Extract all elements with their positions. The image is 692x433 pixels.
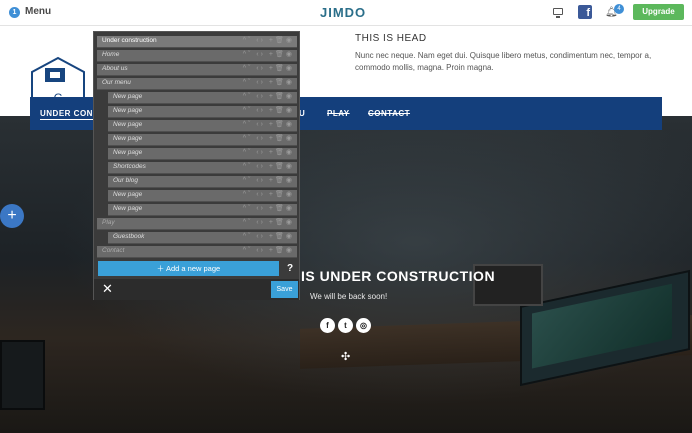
jimdo-logo: JIMDO bbox=[320, 5, 367, 20]
nav-editor-row[interactable]: Home ^ˇ ‹› +🗑︎◉ bbox=[97, 50, 297, 62]
nav-editor-row[interactable]: New page ^ˇ ‹› +🗑︎◉ bbox=[108, 120, 297, 132]
close-icon[interactable]: ✕ bbox=[102, 281, 113, 297]
menu-button[interactable]: Menu bbox=[25, 6, 51, 17]
row-controls[interactable]: ^ˇ ‹› +🗑︎◉ bbox=[243, 50, 294, 58]
notification-count-badge: 4 bbox=[614, 4, 624, 14]
row-label: Guestbook bbox=[113, 233, 145, 240]
top-toolbar: 1 Menu JIMDO f 🔔︎ 4 Upgrade bbox=[0, 0, 692, 26]
row-label: Play bbox=[102, 219, 115, 226]
facebook-icon[interactable]: f bbox=[320, 318, 335, 333]
save-button[interactable]: Save bbox=[271, 281, 298, 298]
row-label: Under construction bbox=[102, 37, 157, 44]
row-label: Contact bbox=[102, 247, 125, 254]
header-text: Nunc nec neque. Nam eget dui. Quisque li… bbox=[355, 51, 652, 72]
add-element-button[interactable]: + bbox=[0, 204, 24, 228]
nav-editor-row[interactable]: Under construction ^ˇ ‹› +🗑︎◉ bbox=[97, 36, 297, 48]
panel-footer: ✕ Save bbox=[94, 279, 299, 300]
hero-title: IS UNDER CONSTRUCTION bbox=[301, 268, 496, 284]
nav-editor-row[interactable]: Guestbook ^ˇ ‹› +🗑︎◉ bbox=[108, 232, 297, 244]
row-controls[interactable]: ^ˇ ‹› +🗑︎◉ bbox=[243, 134, 294, 142]
row-label: Home bbox=[102, 51, 120, 58]
nav-editor-row[interactable]: New page ^ˇ ‹› +🗑︎◉ bbox=[108, 190, 297, 202]
row-controls[interactable]: ^ˇ ‹› +🗑︎◉ bbox=[243, 36, 294, 44]
row-label: New page bbox=[113, 135, 143, 142]
nav-item-contact[interactable]: CONTACT bbox=[368, 109, 410, 118]
row-controls[interactable]: ^ˇ ‹› +🗑︎◉ bbox=[243, 204, 294, 212]
preview-monitor-icon[interactable] bbox=[553, 8, 563, 18]
row-controls[interactable]: ^ˇ ‹› +🗑︎◉ bbox=[243, 106, 294, 114]
upgrade-button[interactable]: Upgrade bbox=[633, 4, 684, 20]
row-controls[interactable]: ^ˇ ‹› +🗑︎◉ bbox=[243, 190, 294, 198]
nav-editor-row[interactable]: Our blog ^ˇ ‹› +🗑︎◉ bbox=[108, 176, 297, 188]
nav-editor-row[interactable]: About us ^ˇ ‹› +🗑︎◉ bbox=[97, 64, 297, 76]
row-controls[interactable]: ^ˇ ‹› +🗑︎◉ bbox=[243, 246, 294, 254]
nav-editor-row[interactable]: Contact ^ˇ ‹› +🗑︎◉ bbox=[97, 246, 297, 258]
move-icon[interactable]: ✣ bbox=[341, 350, 350, 363]
header-title: THIS IS HEAD bbox=[355, 33, 427, 44]
instagram-icon[interactable]: ◎ bbox=[356, 318, 371, 333]
help-button[interactable]: ? bbox=[283, 261, 297, 276]
row-controls[interactable]: ^ˇ ‹› +🗑︎◉ bbox=[243, 176, 294, 184]
tablet-image bbox=[0, 340, 45, 410]
row-label: Our blog bbox=[113, 177, 138, 184]
facebook-icon[interactable]: f bbox=[578, 5, 592, 19]
row-label: New page bbox=[113, 93, 143, 100]
nav-editor-row[interactable]: New page ^ˇ ‹› +🗑︎◉ bbox=[108, 134, 297, 146]
nav-editor-row[interactable]: Our menu ^ˇ ‹› +🗑︎◉ bbox=[97, 78, 297, 90]
row-label: New page bbox=[113, 121, 143, 128]
row-controls[interactable]: ^ˇ ‹› +🗑︎◉ bbox=[243, 232, 294, 240]
row-controls[interactable]: ^ˇ ‹› +🗑︎◉ bbox=[243, 148, 294, 156]
nav-editor-row[interactable]: New page ^ˇ ‹› +🗑︎◉ bbox=[108, 204, 297, 216]
row-controls[interactable]: ^ˇ ‹› +🗑︎◉ bbox=[243, 78, 294, 86]
nav-editor-row[interactable]: New page ^ˇ ‹› +🗑︎◉ bbox=[108, 106, 297, 118]
row-label: New page bbox=[113, 149, 143, 156]
nav-editor-row[interactable]: Shortcodes ^ˇ ‹› +🗑︎◉ bbox=[108, 162, 297, 174]
row-label: About us bbox=[102, 65, 128, 72]
plus-icon: ＋ bbox=[156, 264, 166, 273]
row-label: Shortcodes bbox=[113, 163, 146, 170]
hero-subtitle: We will be back soon! bbox=[310, 292, 388, 301]
nav-editor-row[interactable]: New page ^ˇ ‹› +🗑︎◉ bbox=[108, 92, 297, 104]
add-new-page-button[interactable]: ＋ Add a new page bbox=[98, 261, 279, 276]
monitor-image bbox=[520, 269, 690, 387]
row-label: Our menu bbox=[102, 79, 131, 86]
row-controls[interactable]: ^ˇ ‹› +🗑︎◉ bbox=[243, 218, 294, 226]
navigation-editor-panel: Under construction ^ˇ ‹› +🗑︎◉ Home ^ˇ ‹› +… bbox=[93, 31, 300, 300]
nav-editor-row[interactable]: Play ^ˇ ‹› +🗑︎◉ bbox=[97, 218, 297, 230]
twitter-icon[interactable]: t bbox=[338, 318, 353, 333]
nav-editor-row[interactable]: New page ^ˇ ‹› +🗑︎◉ bbox=[108, 148, 297, 160]
nav-item-play[interactable]: PLAY bbox=[327, 109, 350, 118]
row-controls[interactable]: ^ˇ ‹› +🗑︎◉ bbox=[243, 92, 294, 100]
row-label: New page bbox=[113, 107, 143, 114]
row-controls[interactable]: ^ˇ ‹› +🗑︎◉ bbox=[243, 64, 294, 72]
row-controls[interactable]: ^ˇ ‹› +🗑︎◉ bbox=[243, 162, 294, 170]
row-controls[interactable]: ^ˇ ‹› +🗑︎◉ bbox=[243, 120, 294, 128]
row-label: New page bbox=[113, 191, 143, 198]
menu-badge[interactable]: 1 bbox=[9, 7, 20, 18]
row-label: New page bbox=[113, 205, 143, 212]
